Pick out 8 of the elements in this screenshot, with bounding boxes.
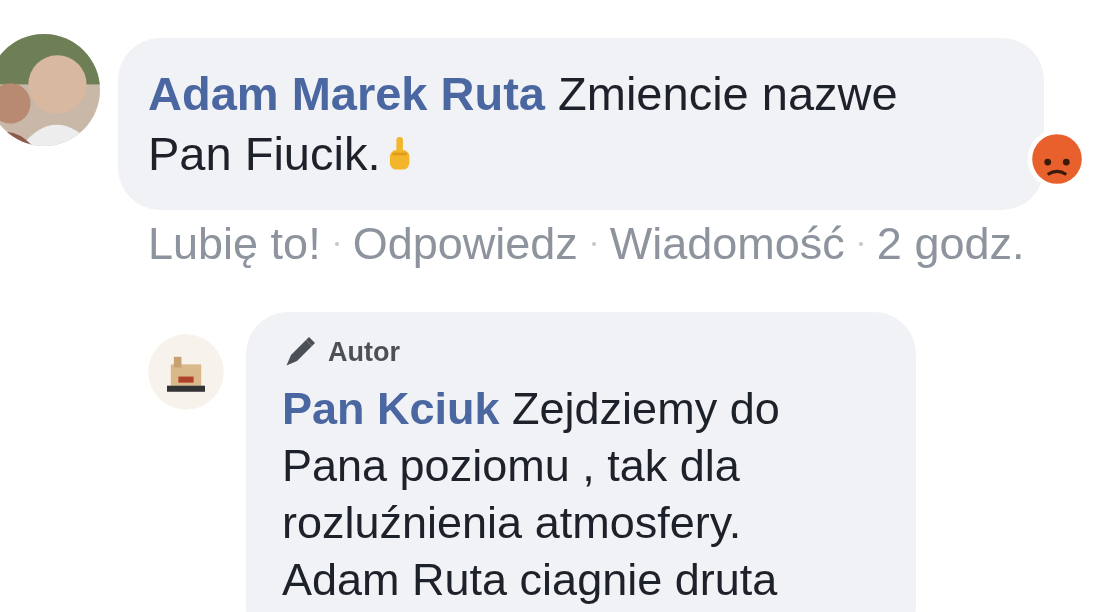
reply-text: Pan Kciuk Zejdziemy do Pana poziomu , tak dla rozluźnienia atmosfery. Adam Ruta ciagnie druta [282,382,781,607]
comment-text: Adam Marek Ruta Zmiencie nazwe [148,67,898,120]
comment-text: Pan Fiucik. [148,127,381,180]
author-label: Autor [328,336,400,368]
action-link[interactable]: Lubię to! [148,218,321,270]
action-link[interactable]: Odpowiedz [352,218,578,270]
action-link[interactable]: Wiadomość [609,218,845,270]
timestamp: 2 godz. [876,218,1025,270]
